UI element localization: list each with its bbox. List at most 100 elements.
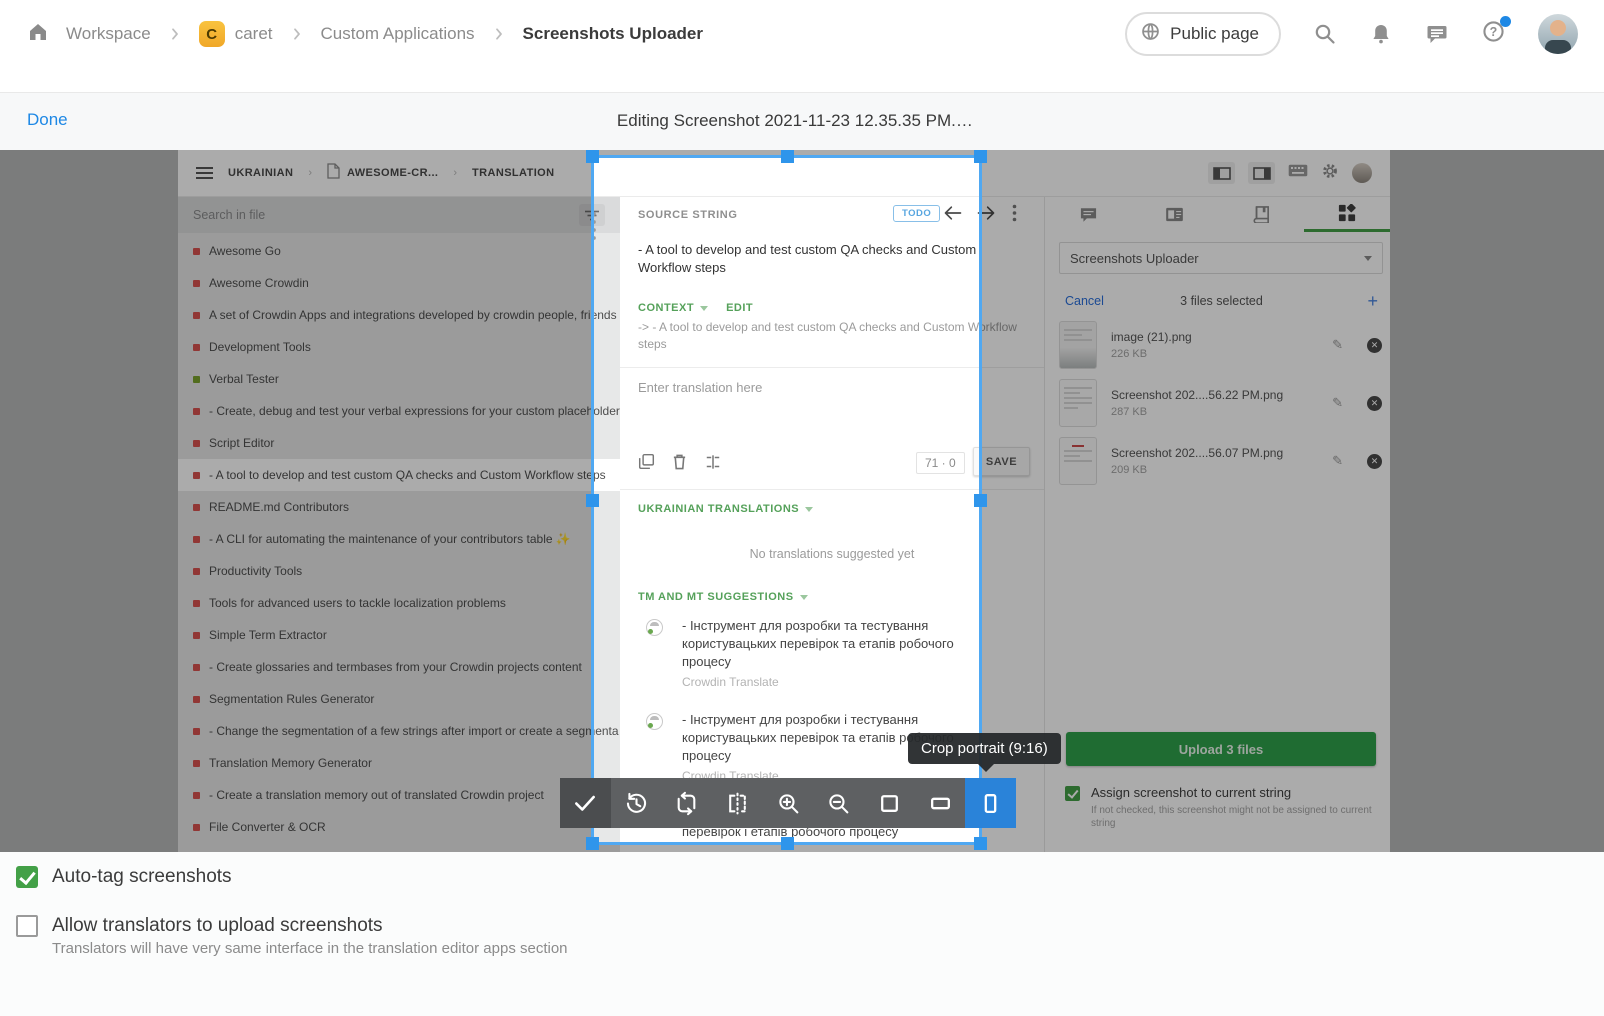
rotate-crop-button[interactable] bbox=[661, 778, 712, 828]
zoom-out-button[interactable] bbox=[813, 778, 864, 828]
string-status-icon bbox=[193, 760, 200, 767]
assign-checkbox-checked bbox=[1065, 786, 1080, 801]
file-thumbnail bbox=[1059, 437, 1097, 485]
shot-crumb-language: UKRAINIAN bbox=[228, 167, 293, 179]
allow-translators-label: Allow translators to upload screenshots bbox=[52, 915, 383, 937]
list-item: Awesome Go bbox=[178, 235, 620, 267]
search-in-file-input bbox=[193, 208, 579, 222]
help-button[interactable]: ? bbox=[1481, 19, 1506, 49]
crop-handle-bottom-center[interactable] bbox=[781, 837, 794, 850]
auto-tag-label: Auto-tag screenshots bbox=[52, 866, 232, 888]
edit-file-icon: ✎ bbox=[1332, 337, 1343, 353]
string-status-icon bbox=[193, 632, 200, 639]
file-thumbnail bbox=[1059, 321, 1097, 369]
home-icon[interactable] bbox=[26, 20, 50, 49]
flip-button[interactable] bbox=[712, 778, 763, 828]
crop-handle-top-right[interactable] bbox=[974, 150, 987, 163]
shot-crumb-section: TRANSLATION bbox=[472, 167, 554, 179]
list-item: Tools for advanced users to tackle local… bbox=[178, 587, 620, 619]
upload-file-row: image (21).png226 KB ✎ ✕ bbox=[1059, 319, 1382, 371]
list-item: - Create glossaries and termbases from y… bbox=[178, 651, 620, 683]
crop-handle-middle-right[interactable] bbox=[974, 494, 987, 507]
tab-comments bbox=[1045, 197, 1131, 232]
tab-glossary bbox=[1218, 197, 1304, 232]
crop-portrait-tooltip: Crop portrait (9:16) bbox=[908, 733, 1061, 764]
breadcrumb-workspace[interactable]: Workspace bbox=[66, 24, 151, 44]
tab-context bbox=[1131, 197, 1217, 232]
shot-crumb-file: AWESOME-CR... bbox=[347, 167, 438, 179]
string-status-icon bbox=[193, 280, 200, 287]
zoom-in-button[interactable] bbox=[763, 778, 814, 828]
app-header: Workspace C caret Custom Applications Sc… bbox=[0, 0, 1604, 92]
shot-panel-tabs bbox=[1045, 197, 1390, 232]
remove-file-icon: ✕ bbox=[1367, 454, 1382, 469]
list-item: Productivity Tools bbox=[178, 555, 620, 587]
edit-file-icon: ✎ bbox=[1332, 395, 1343, 411]
string-status-icon bbox=[193, 408, 200, 415]
file-size: 226 KB bbox=[1111, 348, 1318, 360]
list-item: - Create, debug and test your verbal exp… bbox=[178, 395, 620, 427]
list-item: File Converter & OCR bbox=[178, 811, 620, 843]
done-button[interactable]: Done bbox=[27, 110, 68, 130]
crop-handle-top-center[interactable] bbox=[781, 150, 794, 163]
public-page-button[interactable]: Public page bbox=[1125, 12, 1281, 56]
uploader-settings: Auto-tag screenshots Allow translators t… bbox=[0, 852, 1604, 1016]
list-item: Translation Memory Generator bbox=[178, 747, 620, 779]
file-size: 209 KB bbox=[1111, 464, 1318, 476]
string-status-icon bbox=[193, 696, 200, 703]
notification-dot bbox=[1500, 16, 1511, 27]
assign-checkbox-hint: If not checked, this screenshot might no… bbox=[1091, 804, 1376, 830]
app-select-dropdown: Screenshots Uploader bbox=[1059, 242, 1383, 274]
file-name: Screenshot 202....56.07 PM.png bbox=[1111, 446, 1318, 460]
chevron-right-icon bbox=[167, 26, 183, 42]
chevron-down-icon bbox=[1364, 256, 1372, 261]
string-status-icon bbox=[193, 248, 200, 255]
breadcrumb-custom-applications[interactable]: Custom Applications bbox=[321, 24, 475, 44]
toggle-right-panel-icon bbox=[1248, 162, 1275, 184]
string-status-icon bbox=[193, 440, 200, 447]
string-status-icon bbox=[193, 600, 200, 607]
string-status-icon bbox=[193, 728, 200, 735]
crop-handle-bottom-right[interactable] bbox=[974, 837, 987, 850]
tab-apps-active bbox=[1304, 197, 1390, 232]
apply-crop-button[interactable] bbox=[560, 778, 611, 828]
string-status-icon bbox=[193, 312, 200, 319]
list-item: A set of Crowdin Apps and integrations d… bbox=[178, 299, 620, 331]
svg-text:?: ? bbox=[1490, 25, 1498, 39]
shot-file-list-panel: Awesome Go Awesome Crowdin A set of Crow… bbox=[178, 197, 620, 852]
crop-square-button[interactable] bbox=[864, 778, 915, 828]
crop-landscape-button[interactable] bbox=[915, 778, 966, 828]
file-name: Screenshot 202....56.22 PM.png bbox=[1111, 388, 1318, 402]
string-status-icon bbox=[193, 568, 200, 575]
list-item: Awesome Crowdin bbox=[178, 267, 620, 299]
search-icon[interactable] bbox=[1313, 22, 1337, 46]
crop-handle-top-left[interactable] bbox=[586, 150, 599, 163]
crop-portrait-button[interactable] bbox=[965, 778, 1016, 828]
auto-tag-checkbox[interactable] bbox=[16, 866, 38, 888]
list-item: Simple Term Extractor bbox=[178, 619, 620, 651]
edit-bar: Done Editing Screenshot 2021-11-23 12.35… bbox=[0, 92, 1604, 150]
edit-file-icon: ✎ bbox=[1332, 453, 1343, 469]
crop-handle-middle-left[interactable] bbox=[586, 494, 599, 507]
allow-translators-hint: Translators will have very same interfac… bbox=[52, 940, 568, 957]
messages-icon[interactable] bbox=[1425, 22, 1449, 46]
string-status-icon bbox=[193, 472, 200, 479]
list-item: Verbal Tester bbox=[178, 363, 620, 395]
notifications-bell-icon[interactable] bbox=[1369, 22, 1393, 46]
list-item: Development Tools bbox=[178, 331, 620, 363]
keyboard-icon bbox=[1288, 164, 1308, 182]
upload-file-row: Screenshot 202....56.22 PM.png287 KB ✎ ✕ bbox=[1059, 377, 1382, 429]
user-avatar[interactable] bbox=[1538, 14, 1578, 54]
string-status-icon bbox=[193, 792, 200, 799]
upload-file-row: Screenshot 202....56.07 PM.png 209 KB ✎ ✕ bbox=[1059, 435, 1382, 487]
breadcrumb-project[interactable]: C caret bbox=[199, 21, 273, 47]
allow-translators-checkbox[interactable] bbox=[16, 915, 38, 937]
reset-history-button[interactable] bbox=[611, 778, 662, 828]
chevron-right-icon bbox=[491, 26, 507, 42]
crop-handle-bottom-left[interactable] bbox=[586, 837, 599, 850]
hamburger-menu-icon bbox=[196, 167, 213, 179]
file-name: image (21).png bbox=[1111, 330, 1318, 344]
list-item-selected: - A tool to develop and test custom QA c… bbox=[178, 459, 620, 491]
toggle-left-panel-icon bbox=[1208, 162, 1235, 184]
globe-icon bbox=[1140, 21, 1161, 47]
